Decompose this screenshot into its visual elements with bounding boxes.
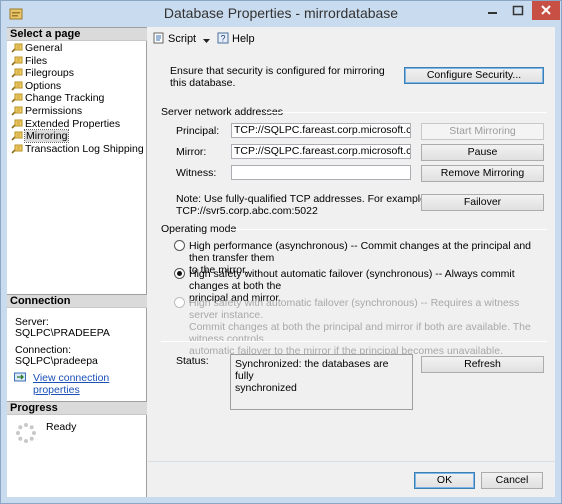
page-icon bbox=[11, 43, 23, 54]
connection-link-icon bbox=[14, 371, 26, 383]
operating-mode-group-label: Operating mode bbox=[161, 223, 237, 235]
minimize-icon bbox=[488, 12, 497, 14]
page-item-label: Permissions bbox=[25, 104, 83, 117]
remove-mirroring-button[interactable]: Remove Mirroring bbox=[421, 165, 544, 182]
maximize-icon bbox=[512, 5, 524, 16]
configure-security-button[interactable]: Configure Security... bbox=[404, 67, 544, 84]
server-value: SQLPC\PRADEEPA bbox=[15, 327, 110, 339]
svg-text:?: ? bbox=[220, 34, 225, 44]
page-icon bbox=[11, 68, 23, 79]
high-safety-auto-failover-label-line1: High safety with automatic failover (syn… bbox=[189, 297, 520, 321]
address-note: Note: Use fully-qualified TCP addresses.… bbox=[176, 193, 429, 205]
close-button[interactable] bbox=[532, 1, 560, 20]
left-panel: Select a page General Files Filegroups Opti… bbox=[7, 27, 147, 497]
page-item-general[interactable]: General bbox=[9, 42, 145, 55]
connection-value: SQLPC\pradeepa bbox=[15, 355, 98, 367]
address-note-example: TCP://svr5.corp.abc.com:5022 bbox=[176, 205, 318, 217]
ok-button[interactable]: OK bbox=[414, 472, 475, 489]
progress-header: Progress bbox=[7, 401, 147, 415]
connection-header: Connection bbox=[7, 294, 147, 308]
high-safety-no-failover-label-line1: High safety without automatic failover (… bbox=[189, 268, 515, 292]
page-icon bbox=[11, 106, 23, 117]
dropdown-arrow-icon[interactable] bbox=[203, 35, 210, 47]
close-icon bbox=[541, 5, 551, 15]
refresh-button[interactable]: Refresh bbox=[421, 356, 544, 373]
high-safety-auto-failover-label: High safety with automatic failover (syn… bbox=[189, 297, 549, 357]
help-button[interactable]: Help bbox=[232, 33, 255, 45]
failover-button[interactable]: Failover bbox=[421, 194, 544, 211]
properties-window: Database Properties - mirrordatabase Sel… bbox=[0, 0, 562, 504]
cancel-button[interactable]: Cancel bbox=[481, 472, 543, 489]
page-item-label: Options bbox=[25, 79, 62, 92]
page-item-files[interactable]: Files bbox=[9, 55, 145, 68]
minimize-button[interactable] bbox=[479, 1, 505, 21]
principal-address-field[interactable]: TCP://SQLPC.fareast.corp.microsoft.c bbox=[231, 123, 411, 138]
page-item-mirroring[interactable]: Mirroring bbox=[9, 129, 145, 144]
toolbar: Script ? Help bbox=[148, 27, 555, 51]
status-text-box: Synchronized: the databases are fully sy… bbox=[230, 354, 413, 410]
page-item-label: Mirroring bbox=[23, 129, 70, 144]
view-connection-properties-link[interactable]: View connection properties bbox=[33, 372, 146, 396]
script-icon bbox=[153, 32, 165, 47]
page-icon bbox=[11, 56, 23, 67]
page-item-label: Files bbox=[25, 54, 48, 67]
page-item-label: Extended Properties bbox=[25, 117, 121, 130]
dialog-footer: OK Cancel bbox=[148, 461, 555, 497]
high-performance-label-line1: High performance (asynchronous) -- Commi… bbox=[189, 240, 531, 264]
status-label: Status: bbox=[176, 355, 209, 367]
server-network-divider bbox=[265, 112, 547, 113]
progress-spinner-icon bbox=[15, 422, 37, 444]
mirror-address-field[interactable]: TCP://SQLPC.fareast.corp.microsoft.c bbox=[231, 144, 411, 159]
page-icon bbox=[11, 144, 23, 155]
page-item-filegroups[interactable]: Filegroups bbox=[9, 67, 145, 80]
security-text: Ensure that security is configured for m… bbox=[170, 65, 385, 89]
status-text-line2: synchronized bbox=[235, 382, 297, 394]
page-item-label: Transaction Log Shipping bbox=[25, 142, 144, 155]
mirror-label: Mirror: bbox=[176, 146, 207, 158]
select-page-header: Select a page bbox=[7, 27, 147, 41]
page-icon bbox=[11, 119, 23, 130]
page-list: General Files Filegroups Options Change Trac… bbox=[9, 42, 145, 155]
pause-button[interactable]: Pause bbox=[421, 144, 544, 161]
progress-status: Ready bbox=[46, 421, 77, 433]
help-icon: ? bbox=[217, 32, 229, 47]
page-item-transaction-log-shipping[interactable]: Transaction Log Shipping bbox=[9, 143, 145, 156]
high-performance-radio[interactable] bbox=[174, 240, 185, 251]
page-item-change-tracking[interactable]: Change Tracking bbox=[9, 92, 145, 105]
status-divider bbox=[161, 341, 547, 342]
page-item-extended-properties[interactable]: Extended Properties bbox=[9, 118, 145, 131]
dialog-client: Select a page General Files Filegroups Opti… bbox=[7, 27, 555, 497]
page-item-label: Change Tracking bbox=[25, 92, 105, 105]
maximize-button[interactable] bbox=[505, 1, 531, 21]
high-safety-no-failover-radio[interactable] bbox=[174, 268, 185, 279]
principal-label: Principal: bbox=[176, 125, 220, 137]
page-item-permissions[interactable]: Permissions bbox=[9, 105, 145, 118]
page-item-options[interactable]: Options bbox=[9, 80, 145, 93]
status-text-line1: Synchronized: the databases are fully bbox=[235, 358, 389, 382]
page-item-label: General bbox=[25, 42, 63, 54]
page-item-label: Filegroups bbox=[25, 67, 75, 80]
page-icon bbox=[11, 93, 23, 104]
start-mirroring-button[interactable]: Start Mirroring bbox=[421, 123, 544, 140]
page-icon bbox=[11, 131, 23, 142]
operating-mode-divider bbox=[230, 229, 547, 230]
witness-address-field[interactable] bbox=[231, 165, 411, 180]
script-button[interactable]: Script bbox=[168, 33, 196, 45]
title-bar[interactable]: Database Properties - mirrordatabase bbox=[1, 1, 561, 27]
page-icon bbox=[11, 81, 23, 92]
window-title: Database Properties - mirrordatabase bbox=[163, 5, 399, 21]
high-safety-auto-failover-radio[interactable] bbox=[174, 297, 185, 308]
mirroring-page: Script ? Help Ensure that security is co… bbox=[148, 27, 555, 461]
witness-label: Witness: bbox=[176, 167, 217, 179]
